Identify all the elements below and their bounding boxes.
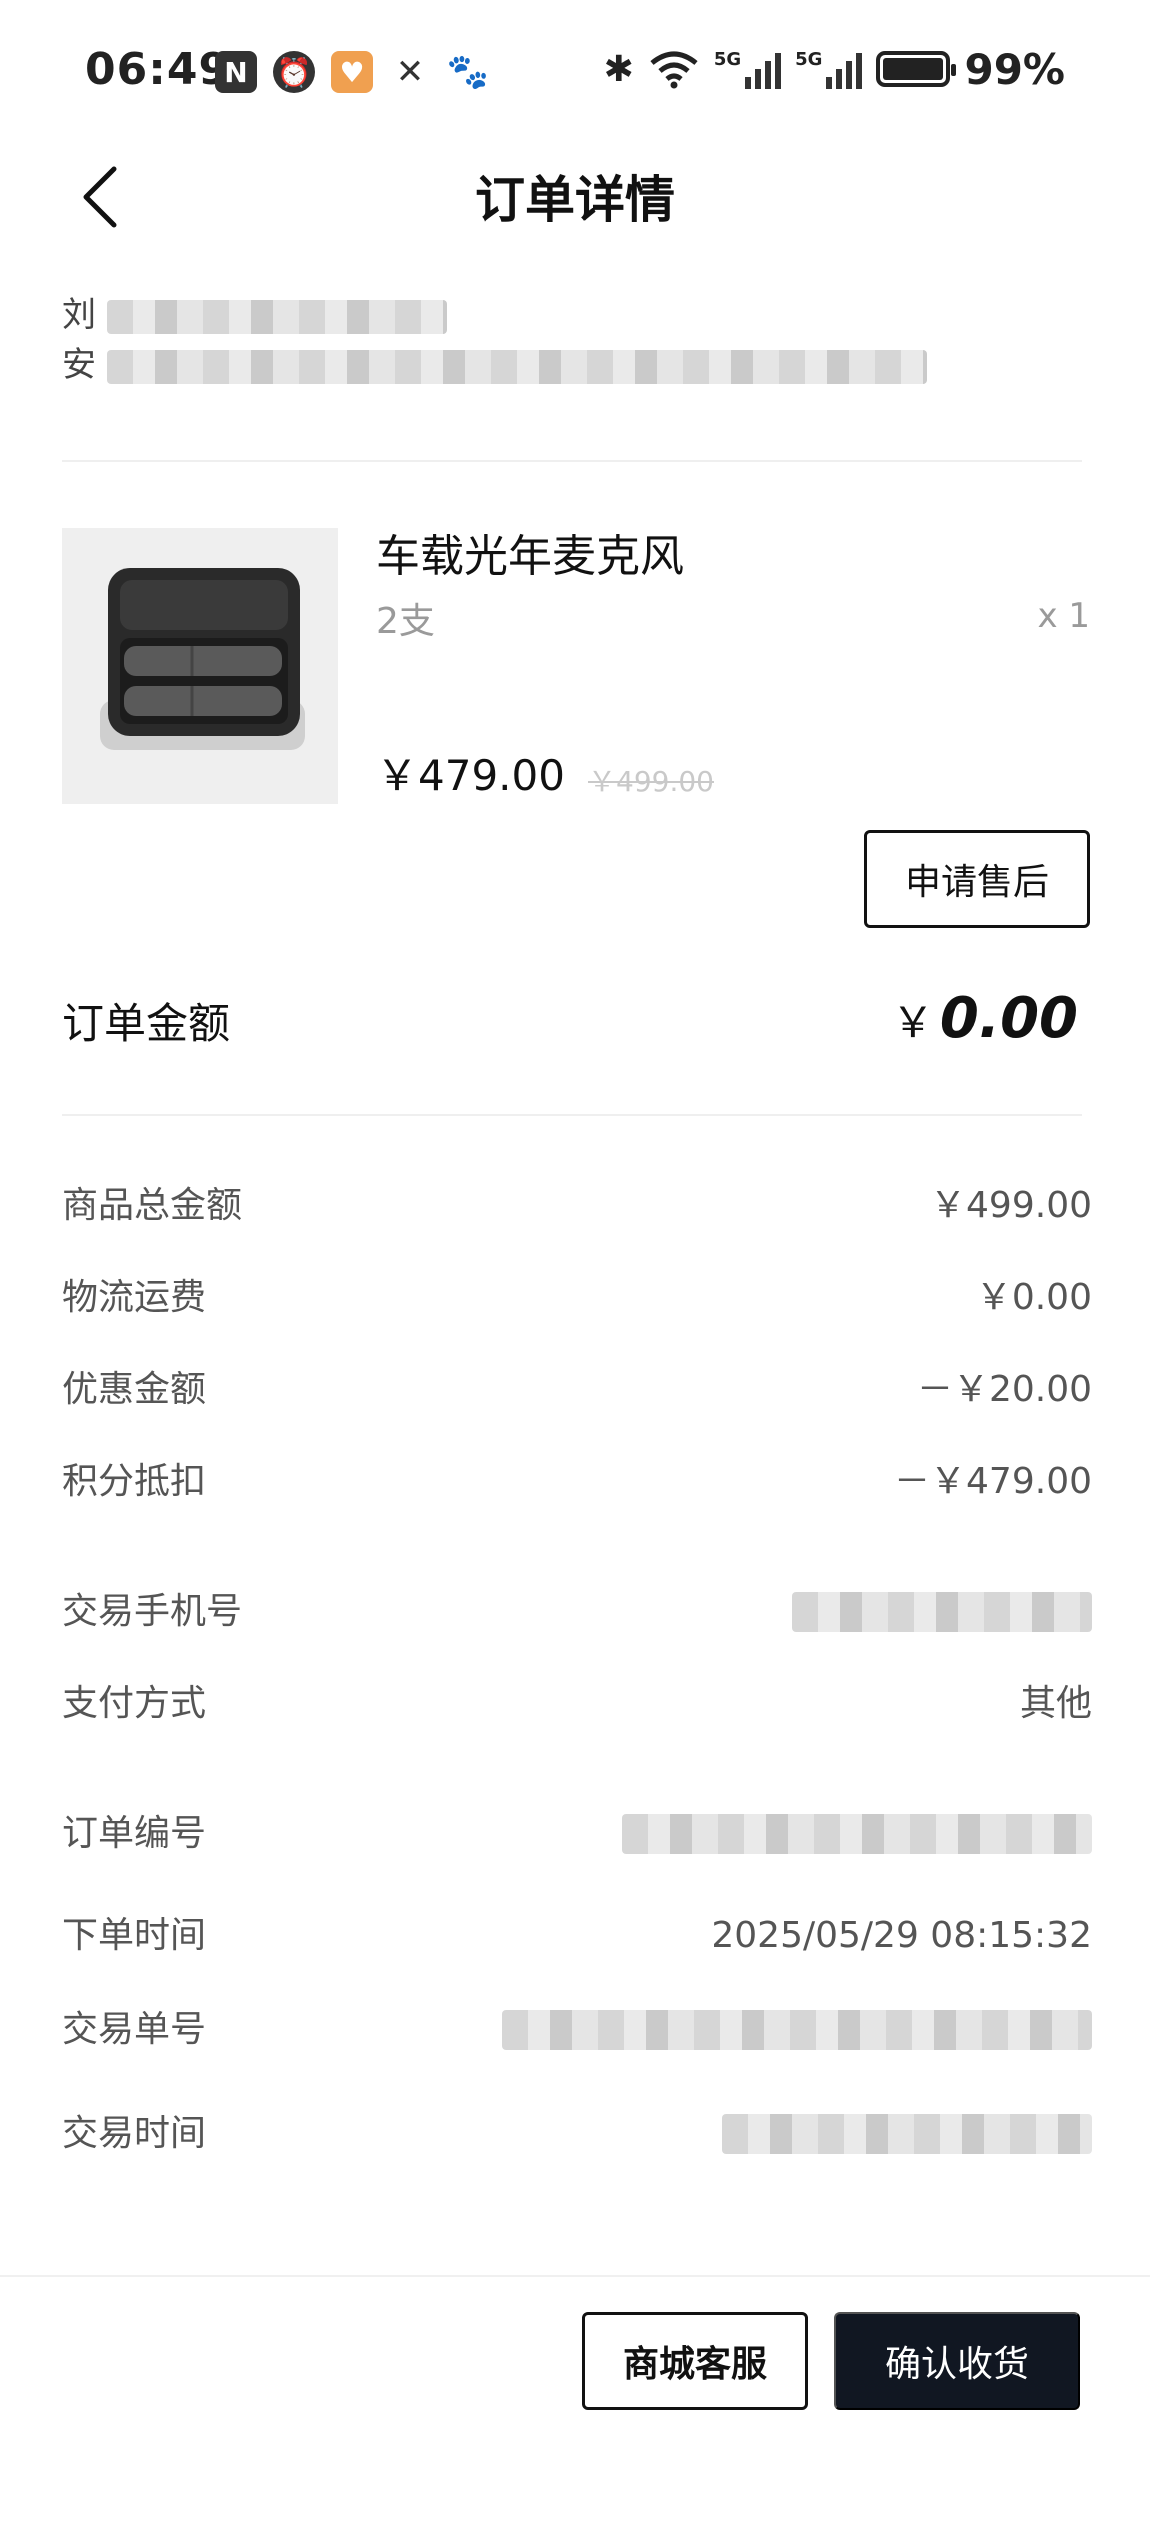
fee-label: 物流运费	[62, 1277, 207, 1318]
heart-app-icon: ♥	[331, 51, 373, 93]
product-quantity: x 1	[1037, 596, 1090, 636]
order-time-label: 下单时间	[62, 1915, 207, 1956]
customer-service-button[interactable]: 商城客服	[582, 2312, 808, 2410]
payment-row-method: 支付方式 其他	[62, 1674, 1092, 1734]
trade-time-label: 交易时间	[62, 2113, 207, 2154]
payment-row-phone: 交易手机号	[62, 1582, 1092, 1642]
signal-icon-2: 5G	[795, 49, 863, 89]
product-name[interactable]: 车载光年麦克风	[376, 520, 684, 584]
fee-value: ￥499.00	[930, 1185, 1092, 1226]
payment-method-label: 支付方式	[62, 1683, 207, 1724]
fee-label: 优惠金额	[62, 1369, 207, 1410]
order-amount-label: 订单金额	[62, 999, 231, 1048]
x-app-icon: ✕	[395, 52, 425, 92]
confirm-receipt-button[interactable]: 确认收货	[834, 2312, 1080, 2410]
order-number-label: 订单编号	[62, 1813, 207, 1854]
order-row-number: 订单编号	[62, 1804, 1092, 1864]
product-price: ￥479.00	[376, 751, 565, 800]
redacted-order-number[interactable]	[622, 1814, 1092, 1854]
recipient-line: 刘	[62, 290, 1082, 340]
wifi-icon	[650, 51, 698, 89]
fee-value: －￥479.00	[894, 1461, 1092, 1502]
order-row-time: 下单时间 2025/05/29 08:15:32	[62, 1906, 1092, 1966]
paw-app-icon: 🐾	[446, 52, 490, 92]
after-sale-button[interactable]: 申请售后	[864, 830, 1090, 928]
product-image[interactable]	[62, 528, 338, 804]
redacted-phone	[792, 1592, 1092, 1632]
microphone-case-image	[62, 528, 338, 804]
address-line: 安	[62, 340, 1082, 390]
fee-row: 优惠金额 －￥20.00	[62, 1360, 1092, 1420]
redacted-address	[106, 349, 927, 384]
fee-row: 商品总金额 ￥499.00	[62, 1176, 1092, 1236]
redacted-trade-number[interactable]	[502, 2010, 1092, 2050]
system-icons: ✱ 5G 5G 99%	[604, 44, 1065, 94]
divider	[62, 460, 1082, 462]
page-title: 订单详情	[475, 171, 675, 229]
product-spec: 2支	[376, 601, 435, 642]
signal-icon-1: 5G	[714, 49, 782, 89]
payment-method-value: 其他	[1019, 1683, 1092, 1724]
battery-icon	[876, 51, 957, 87]
fee-label: 商品总金额	[62, 1185, 243, 1226]
fee-value: ￥0.00	[975, 1277, 1092, 1318]
notification-icons: N ⏰ ♥ ✕ 🐾	[215, 48, 489, 96]
redacted-recipient	[106, 299, 447, 334]
status-bar: 06:49 N ⏰ ♥ ✕ 🐾 ✱ 5G 5G 99%	[0, 0, 1150, 140]
order-row-trade-number: 交易单号	[62, 2000, 1092, 2060]
fee-value: －￥20.00	[916, 1369, 1092, 1410]
redacted-trade-time	[722, 2114, 1092, 2154]
order-time-value: 2025/05/29 08:15:32	[711, 1915, 1092, 1956]
bluetooth-icon: ✱	[603, 48, 634, 90]
fee-row: 物流运费 ￥0.00	[62, 1268, 1092, 1328]
currency-symbol: ￥	[891, 998, 934, 1047]
fee-row: 积分抵扣 －￥479.00	[62, 1452, 1092, 1512]
order-amount-value: ￥ 0.00	[892, 986, 1078, 1051]
order-amount-number: 0.00	[939, 986, 1078, 1051]
alarm-icon: ⏰	[273, 51, 315, 93]
fee-label: 积分抵扣	[62, 1461, 207, 1502]
order-row-trade-time: 交易时间	[62, 2104, 1092, 2164]
divider	[62, 1114, 1082, 1116]
nfc-icon: N	[215, 51, 257, 93]
battery-percent: 99%	[964, 44, 1065, 94]
shipping-address: 刘 安	[62, 290, 1082, 410]
product-original-price: ￥499.00	[588, 765, 714, 798]
bottom-bar-divider	[0, 2275, 1150, 2277]
nav-bar: 订单详情	[0, 140, 1150, 250]
status-time: 06:49	[85, 44, 231, 95]
phone-label: 交易手机号	[62, 1591, 243, 1632]
trade-number-label: 交易单号	[62, 2009, 207, 2050]
